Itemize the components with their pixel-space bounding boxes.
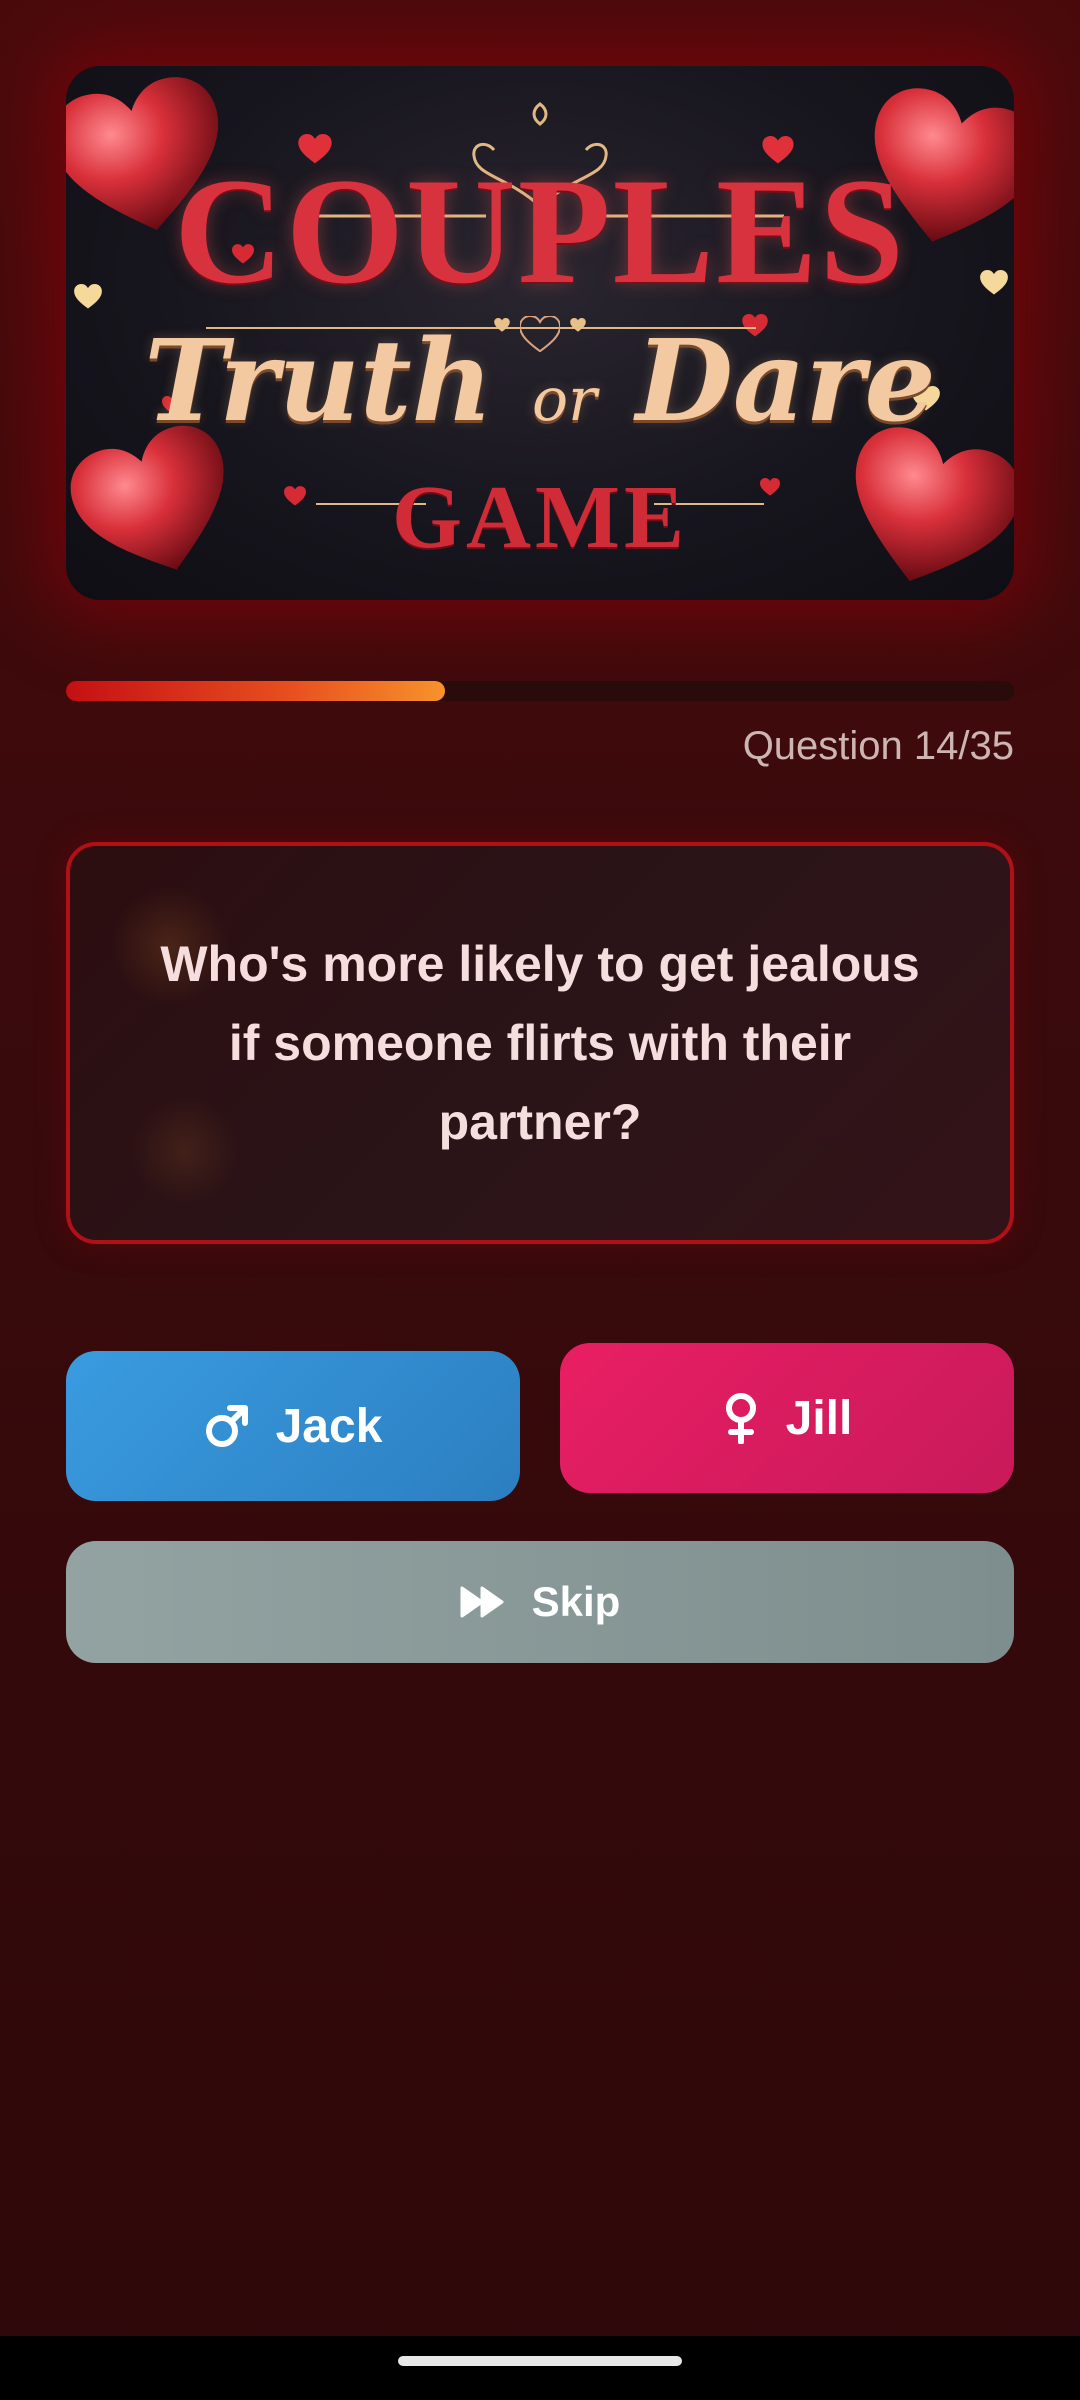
jill-button[interactable]: Jill — [560, 1343, 1014, 1493]
male-symbol-icon — [204, 1403, 250, 1449]
home-gesture-handle[interactable] — [398, 2356, 682, 2366]
system-navigation-bar — [0, 2336, 1080, 2400]
banner-title-couples: COUPLES — [174, 147, 906, 315]
fast-forward-icon — [460, 1585, 506, 1619]
skip-button-label: Skip — [531, 1578, 621, 1625]
banner-title-truth-or-dare: Truth or Dare — [66, 316, 1014, 447]
progress-bar-fill — [66, 681, 446, 701]
banner-container: COUPLES Truth or Dare GAME — [66, 66, 1014, 600]
banner-title-game: GAME — [392, 468, 688, 567]
skip-button[interactable]: Skip — [66, 1541, 1014, 1663]
jack-button-label: Jack — [275, 1399, 383, 1453]
game-banner-image: COUPLES Truth or Dare GAME — [66, 66, 1014, 600]
jill-button-label: Jill — [785, 1391, 853, 1445]
banner-title-or: or — [532, 365, 597, 435]
female-symbol-icon — [722, 1392, 760, 1444]
banner-title-dare: Dare — [635, 316, 936, 447]
question-text: Who's more likely to get jealous if some… — [160, 935, 920, 1150]
jack-button[interactable]: Jack — [66, 1351, 520, 1501]
question-card: Who's more likely to get jealous if some… — [66, 842, 1014, 1244]
banner-title-truth: Truth — [144, 316, 493, 447]
progress-bar — [66, 681, 1014, 701]
question-counter: Question 14/35 — [742, 724, 1014, 768]
